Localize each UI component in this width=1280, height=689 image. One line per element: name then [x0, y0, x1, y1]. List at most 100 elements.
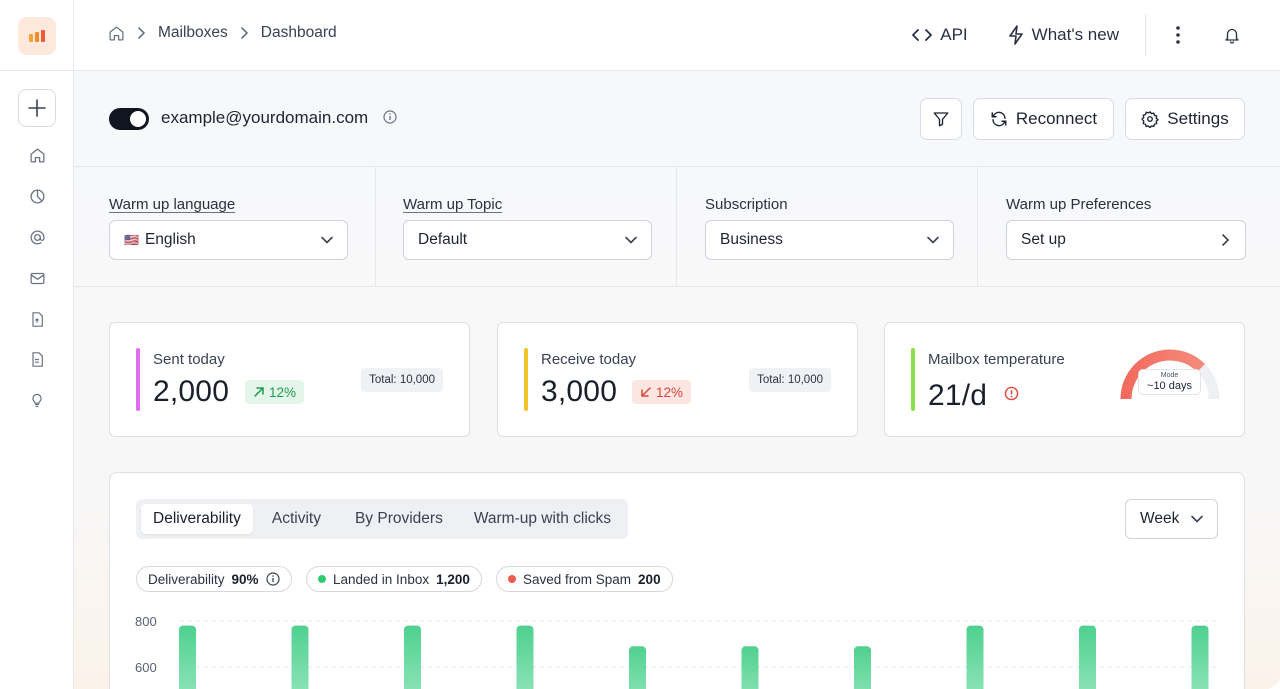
analytics-tabs: Deliverability Activity By Providers War… — [136, 499, 629, 539]
period-value: Week — [1140, 510, 1180, 527]
sent-value: 2,000 — [153, 375, 230, 408]
add-mailbox-button[interactable] — [18, 89, 56, 127]
sent-label: Sent today — [153, 351, 225, 368]
filter-preferences: Warm up Preferences Set up — [977, 167, 1278, 287]
preferences-setup-button[interactable]: Set up — [1006, 220, 1246, 260]
inbox-value: 1,200 — [436, 571, 470, 587]
chart-bar[interactable] — [1079, 625, 1096, 689]
filter-subscription: Subscription Business — [676, 167, 977, 287]
arrow-up-right-icon — [253, 386, 265, 398]
whats-new-button[interactable]: What's new — [1008, 25, 1119, 45]
chart-bar[interactable] — [629, 646, 646, 689]
gauge-caption-box: Mode ~10 days — [1138, 369, 1201, 395]
chart-bar[interactable] — [179, 625, 196, 689]
main-content: example@yourdomain.com Reconnect Setting… — [74, 71, 1280, 689]
app-window: Mailboxes Dashboard API What's new examp… — [0, 0, 1280, 689]
inbox-chip[interactable]: Landed in Inbox 1,200 — [306, 566, 482, 592]
reconnect-button[interactable]: Reconnect — [973, 98, 1114, 140]
receive-label: Receive today — [541, 351, 637, 368]
breadcrumb-mailboxes[interactable]: Mailboxes — [158, 24, 228, 42]
chart-bar[interactable] — [1191, 625, 1209, 689]
sent-change-badge: 12% — [245, 380, 305, 404]
chevron-down-icon — [926, 233, 940, 252]
app-logo[interactable] — [18, 17, 56, 55]
temperature-accent-bar — [911, 348, 915, 411]
analytics-panel: Deliverability Activity By Providers War… — [109, 472, 1245, 689]
header-actions: API What's new — [912, 0, 1280, 70]
filter-topic: Warm up Topic Default — [375, 167, 676, 287]
sidebar — [0, 0, 74, 689]
api-label: API — [940, 25, 968, 44]
receive-change-value: 12% — [656, 384, 684, 400]
settings-button[interactable]: Settings — [1125, 98, 1245, 140]
home-icon[interactable] — [108, 25, 125, 42]
chart-bar[interactable] — [516, 625, 534, 689]
topic-select[interactable]: Default — [403, 220, 652, 260]
mailbox-email: example@yourdomain.com — [161, 108, 397, 128]
home-icon[interactable] — [28, 146, 46, 164]
period-select[interactable]: Week — [1125, 499, 1218, 539]
refresh-icon — [990, 110, 1008, 128]
spam-value: 200 — [638, 571, 661, 587]
at-sign-icon[interactable] — [28, 228, 46, 246]
spam-chip[interactable]: Saved from Spam 200 — [496, 566, 673, 592]
receive-today-card: Receive today 3,000 12% Total: 10,000 — [497, 322, 858, 437]
gauge-caption: Mode — [1160, 372, 1179, 379]
preferences-value: Set up — [1021, 231, 1066, 248]
tab-deliverability[interactable]: Deliverability — [141, 504, 253, 534]
info-icon[interactable] — [383, 110, 397, 124]
sent-today-card: Sent today 2,000 12% Total: 10,000 — [109, 322, 470, 437]
document-upload-icon[interactable] — [28, 310, 46, 328]
filter-button[interactable] — [920, 98, 962, 140]
bell-icon[interactable] — [1210, 26, 1254, 45]
y-tick-label: 800 — [135, 614, 157, 629]
chart-bar[interactable] — [741, 646, 759, 689]
spam-label: Saved from Spam — [523, 571, 632, 587]
sent-accent-bar — [136, 348, 140, 411]
deliverability-label: Deliverability — [148, 571, 225, 587]
lightbulb-icon[interactable] — [28, 391, 46, 409]
language-select[interactable]: 🇺🇸 English — [109, 220, 348, 260]
document-icon[interactable] — [28, 350, 46, 368]
more-menu-icon[interactable] — [1146, 26, 1210, 44]
subscription-select[interactable]: Business — [705, 220, 954, 260]
mail-icon[interactable] — [28, 269, 46, 287]
spam-legend-dot — [508, 575, 516, 583]
deliverability-chip[interactable]: Deliverability 90% — [136, 566, 292, 592]
topic-value: Default — [418, 231, 468, 248]
chevron-right-icon — [240, 26, 249, 40]
analytics-pie-icon[interactable] — [28, 187, 46, 205]
chart-bar[interactable] — [966, 625, 984, 689]
breadcrumb: Mailboxes Dashboard — [108, 24, 337, 42]
receive-value: 3,000 — [541, 375, 618, 408]
gauge-value: ~10 days — [1147, 380, 1192, 392]
us-flag-icon: 🇺🇸 — [124, 233, 139, 247]
tab-activity[interactable]: Activity — [257, 504, 336, 534]
arrow-down-left-icon — [640, 386, 652, 398]
inbox-label: Landed in Inbox — [333, 571, 430, 587]
deliverability-chart: 800 600 — [135, 614, 1220, 689]
language-label: Warm up language — [109, 196, 236, 213]
tab-warmup-with-clicks[interactable]: Warm-up with clicks — [462, 504, 623, 534]
code-icon — [912, 28, 933, 42]
info-icon[interactable] — [265, 572, 280, 586]
receive-total-badge: Total: 10,000 — [749, 368, 831, 392]
deliverability-value: 90% — [231, 571, 259, 587]
language-value: English — [144, 231, 196, 248]
mailbox-enabled-toggle[interactable] — [109, 108, 149, 130]
receive-change-badge: 12% — [632, 380, 692, 404]
account-bar: example@yourdomain.com Reconnect Setting… — [74, 71, 1280, 167]
chart-bar[interactable] — [854, 646, 871, 689]
api-button[interactable]: API — [912, 25, 968, 45]
reconnect-label: Reconnect — [1015, 109, 1098, 128]
chart-bar[interactable] — [404, 625, 421, 689]
tab-by-providers[interactable]: By Providers — [340, 504, 458, 534]
temperature-value-text: 21/d — [928, 379, 988, 412]
warning-icon[interactable] — [1004, 375, 1019, 409]
chart-bar[interactable] — [291, 625, 309, 689]
sent-total-badge: Total: 10,000 — [361, 368, 443, 392]
receive-accent-bar — [524, 348, 528, 411]
chevron-right-icon — [1218, 233, 1232, 252]
temperature-label: Mailbox temperature — [928, 351, 1065, 368]
settings-label: Settings — [1167, 109, 1229, 128]
